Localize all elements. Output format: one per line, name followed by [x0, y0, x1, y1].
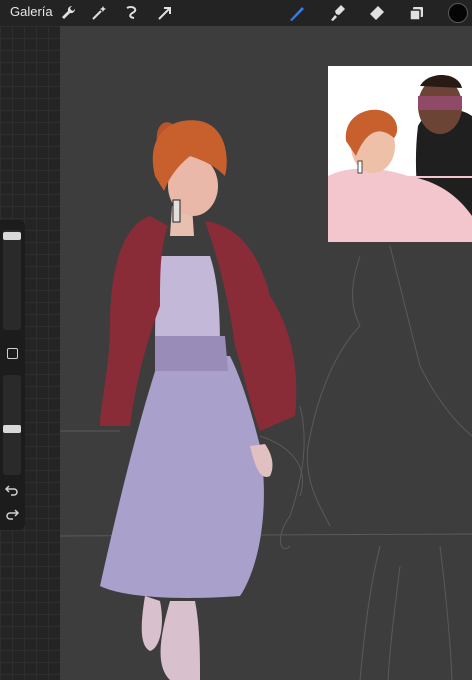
reference-image[interactable] [328, 66, 472, 242]
magic-wand-icon[interactable] [89, 3, 109, 23]
right-foot [160, 601, 200, 680]
transform-arrow-icon[interactable] [155, 3, 175, 23]
left-foot [141, 596, 162, 651]
reference-artwork [328, 66, 472, 242]
earring [172, 199, 181, 223]
layers-icon[interactable] [407, 3, 427, 23]
brush-icon[interactable] [287, 3, 307, 23]
redo-icon[interactable] [4, 506, 20, 522]
top-toolbar: Galería [0, 0, 472, 26]
opacity-slider[interactable] [3, 375, 21, 475]
modify-square-icon[interactable] [7, 348, 18, 359]
brush-size-slider[interactable] [3, 230, 21, 330]
eraser-icon[interactable] [367, 3, 387, 23]
undo-icon[interactable] [4, 482, 20, 498]
opacity-knob[interactable] [3, 425, 21, 433]
color-picker-swatch[interactable] [448, 3, 468, 23]
selection-icon[interactable] [122, 3, 142, 23]
dress-waistband [155, 336, 228, 371]
wrench-icon[interactable] [58, 3, 78, 23]
sidebar [0, 220, 25, 530]
gallery-button[interactable]: Galería [10, 4, 53, 19]
smudge-icon[interactable] [329, 3, 349, 23]
brush-size-knob[interactable] [3, 232, 21, 240]
